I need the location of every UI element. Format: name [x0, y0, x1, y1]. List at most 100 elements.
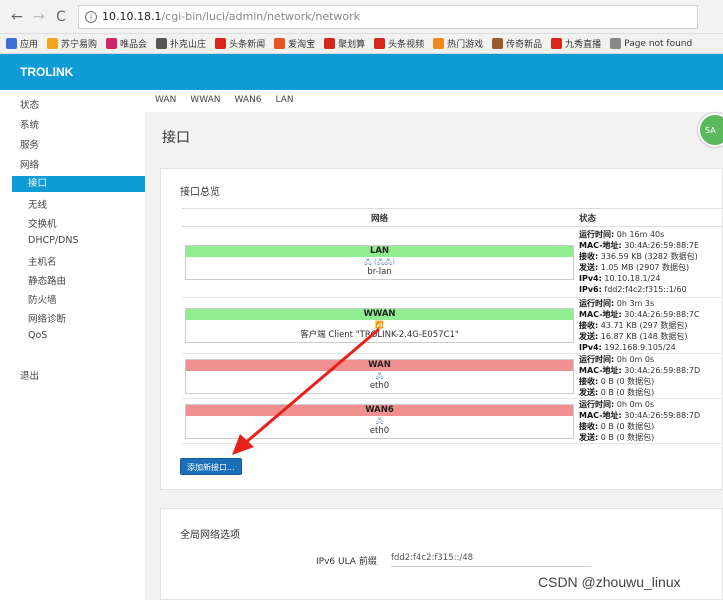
- status-line: MAC-地址: 30:4A:26:59:88:7D: [579, 410, 723, 421]
- status-key: 运行时间:: [579, 355, 615, 364]
- reload-icon[interactable]: C: [52, 8, 70, 26]
- sidebar-item-dhcp-dns[interactable]: DHCP/DNS: [28, 235, 78, 246]
- sidebar-item-services[interactable]: 服务: [20, 137, 39, 151]
- status-line: IPv6: fdd2:f4c2:f315::1/60: [579, 284, 723, 295]
- sidebar-item-diagnostics[interactable]: 网络诊断: [28, 311, 66, 325]
- bookmark-label: 爱淘宝: [288, 40, 316, 50]
- status-value: fdd2:f4c2:f315::1/60: [601, 285, 687, 294]
- status-line: 运行时间: 0h 16m 40s: [579, 229, 723, 240]
- interface-badge[interactable]: LAN 🖧 (🖧🖧) br-lan: [185, 244, 574, 280]
- bookmark-favicon-icon: [492, 38, 504, 49]
- sidebar-item-network[interactable]: 网络: [20, 157, 39, 171]
- bookmark-label: 苏宁易购: [61, 40, 98, 50]
- status-line: 发送: 0 B (0 数据包): [579, 387, 723, 398]
- forward-icon[interactable]: →: [30, 8, 48, 26]
- status-value: 30:4A:26:59:88:7D: [621, 366, 701, 375]
- status-value: 192.168.9.105/24: [601, 343, 676, 352]
- bookmark-favicon-icon: [47, 38, 59, 49]
- network-cell: WAN 🖧 eth0: [182, 353, 577, 399]
- interface-name: WAN6: [186, 404, 573, 416]
- status-key: MAC-地址:: [579, 241, 622, 250]
- section-title-overview: 接口总览: [180, 187, 220, 198]
- bookmark-label: 头条新闻: [229, 40, 266, 50]
- bookmark-item[interactable]: 热门游戏: [433, 37, 483, 50]
- bookmark-item[interactable]: 爱淘宝: [274, 37, 315, 50]
- status-line: 运行时间: 0h 0m 0s: [579, 399, 723, 410]
- bookmark-item[interactable]: 聚划算: [324, 37, 365, 50]
- brand-logo[interactable]: TROLINK: [20, 65, 73, 79]
- page-title: 接口: [162, 130, 190, 146]
- sidebar-item-qos[interactable]: QoS: [28, 330, 47, 341]
- bookmark-item[interactable]: 苏宁易购: [47, 37, 97, 50]
- add-interface-button[interactable]: 添加新接口...: [180, 458, 242, 475]
- address-bar[interactable]: i 10.10.18.1 /cgi-bin/luci/admin/network…: [78, 4, 698, 29]
- bookmark-item[interactable]: 传奇新品: [492, 37, 542, 50]
- sidebar-item-interfaces[interactable]: 接口: [12, 176, 145, 192]
- info-icon[interactable]: i: [85, 10, 97, 23]
- bookmark-item[interactable]: 唯品会: [106, 37, 147, 50]
- status-key: 运行时间:: [579, 400, 615, 409]
- interface-device: 客户端 Client "TROLINK-2.4G-E057C1": [300, 330, 459, 340]
- interface-name: LAN: [186, 245, 573, 257]
- tab-wan6[interactable]: WAN6: [235, 95, 262, 105]
- sidebar-item-status[interactable]: 状态: [20, 97, 39, 111]
- bookmark-item[interactable]: 应用: [6, 37, 38, 50]
- status-key: 接收:: [579, 252, 599, 261]
- status-cell: 运行时间: 0h 3m 3s MAC-地址: 30:4A:26:59:88:7C 接…: [577, 297, 723, 354]
- network-device-icon: 📶: [375, 321, 384, 329]
- bookmark-item[interactable]: 头条新闻: [215, 37, 265, 50]
- bookmark-favicon-icon: [433, 38, 445, 49]
- network-device-icon: 🖧 (🖧🖧): [363, 257, 396, 266]
- sidebar-item-hostnames[interactable]: 主机名: [28, 254, 57, 268]
- sidebar-item-static-routes[interactable]: 静态路由: [28, 273, 66, 287]
- bookmark-favicon-icon: [374, 38, 386, 49]
- interface-badge[interactable]: WAN 🖧 eth0: [185, 358, 574, 394]
- interface-name: WAN: [186, 359, 573, 371]
- bookmark-label: 扑克山庄: [170, 40, 207, 50]
- sidebar-item-system[interactable]: 系统: [20, 117, 39, 131]
- bookmark-item[interactable]: 扑克山庄: [156, 37, 206, 50]
- bookmark-favicon-icon: [215, 38, 227, 49]
- status-value: 0h 0m 0s: [614, 355, 655, 364]
- sidebar-item-switch[interactable]: 交换机: [28, 216, 57, 230]
- status-line: MAC-地址: 30:4A:26:59:88:7C: [579, 309, 723, 320]
- bookmark-label: 九秀直播: [565, 40, 602, 50]
- bookmark-item[interactable]: 九秀直播: [551, 37, 601, 50]
- bookmark-label: Page not found: [624, 38, 693, 49]
- interface-badge[interactable]: WAN6 🖧 eth0: [185, 403, 574, 439]
- sidebar-item-logout[interactable]: 退出: [20, 368, 39, 382]
- column-header-status: 状态: [577, 208, 723, 227]
- interface-name: WWAN: [186, 309, 573, 320]
- status-line: 接收: 43.71 KB (297 数据包): [579, 320, 723, 331]
- network-device-icon: 🖧: [375, 416, 384, 425]
- status-key: MAC-地址:: [579, 411, 622, 420]
- status-value: 16.87 KB (148 数据包): [598, 332, 688, 341]
- sidebar-item-wireless[interactable]: 无线: [28, 197, 47, 211]
- interface-row: LAN 🖧 (🖧🖧) br-lan 运行时间: 0h 16m 40s MAC-地址: 3…: [182, 226, 723, 298]
- tab-wwan[interactable]: WWAN: [190, 95, 220, 105]
- back-icon[interactable]: ←: [8, 8, 26, 26]
- tab-wan[interactable]: WAN: [155, 95, 176, 105]
- sidebar-item-firewall[interactable]: 防火墙: [28, 292, 57, 306]
- url-host: 10.10.18.1: [102, 10, 162, 23]
- bookmark-favicon-icon: [610, 38, 622, 49]
- app-header: TROLINK: [0, 54, 723, 90]
- bookmark-item[interactable]: 头条视频: [374, 37, 424, 50]
- bookmark-favicon-icon: [551, 38, 563, 49]
- status-line: 发送: 0 B (0 数据包): [579, 432, 723, 443]
- status-line: IPv4: 10.10.18.1/24: [579, 273, 723, 284]
- interface-row: WAN 🖧 eth0 运行时间: 0h 0m 0s MAC-地址: 30:4A:26:5…: [182, 353, 723, 399]
- status-key: 发送:: [579, 433, 599, 442]
- status-cell: 运行时间: 0h 16m 40s MAC-地址: 30:4A:26:59:88:7…: [577, 226, 723, 298]
- interface-tabs: WAN WWAN WAN6 LAN: [155, 95, 294, 105]
- interface-badge[interactable]: WWAN 📶 客户端 Client "TROLINK-2.4G-E057C1": [185, 308, 574, 343]
- bookmark-item[interactable]: Page not found: [610, 38, 692, 49]
- url-path: /cgi-bin/luci/admin/network/network: [161, 10, 361, 23]
- bookmark-favicon-icon: [274, 38, 286, 49]
- ipv6-ula-input[interactable]: [391, 549, 591, 567]
- interface-row: WAN6 🖧 eth0 运行时间: 0h 0m 0s MAC-地址: 30:4A:26:…: [182, 398, 723, 444]
- status-value: 0h 16m 40s: [614, 230, 665, 239]
- bookmark-label: 头条视频: [388, 40, 425, 50]
- bookmark-label: 唯品会: [120, 40, 148, 50]
- tab-lan[interactable]: LAN: [276, 95, 294, 105]
